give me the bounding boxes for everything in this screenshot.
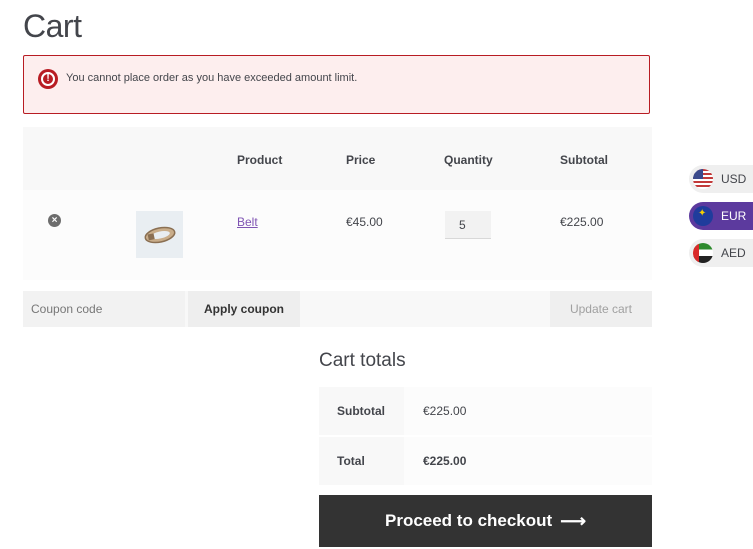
product-thumbnail[interactable] xyxy=(136,211,183,258)
cart-table: Product Price Quantity Subtotal × Belt €… xyxy=(23,127,652,280)
product-price: €45.00 xyxy=(346,215,383,229)
totals-total-value: €225.00 xyxy=(423,454,467,468)
currency-aed[interactable]: AED xyxy=(689,239,753,267)
header-quantity: Quantity xyxy=(444,153,493,167)
quantity-input[interactable] xyxy=(445,211,491,239)
proceed-to-checkout-button[interactable]: Proceed to checkout ⟶ xyxy=(319,495,652,547)
header-price: Price xyxy=(346,153,376,167)
belt-image xyxy=(144,226,176,244)
error-icon: ! xyxy=(38,69,58,89)
remove-item-button[interactable]: × xyxy=(48,214,61,227)
currency-code: EUR xyxy=(721,209,747,223)
coupon-code-input[interactable] xyxy=(23,291,185,327)
checkout-label: Proceed to checkout xyxy=(384,511,553,530)
currency-eur[interactable]: EUR xyxy=(689,202,753,230)
cart-table-header: Product Price Quantity Subtotal xyxy=(23,127,652,190)
us-flag-icon xyxy=(693,169,713,189)
header-product: Product xyxy=(237,153,283,167)
cart-totals-table: Subtotal €225.00 Total €225.00 xyxy=(319,387,652,485)
page-title: Cart xyxy=(23,8,82,44)
totals-subtotal-label: Subtotal xyxy=(319,387,404,435)
totals-subtotal-row: Subtotal €225.00 xyxy=(319,387,652,435)
totals-total-label: Total xyxy=(319,437,404,485)
cart-actions: Apply coupon Update cart xyxy=(23,291,652,327)
header-subtotal: Subtotal xyxy=(560,153,608,167)
error-notice-text: You cannot place order as you have excee… xyxy=(66,72,358,84)
currency-code: AED xyxy=(721,246,746,260)
eu-flag-icon xyxy=(693,206,713,226)
currency-usd[interactable]: USD xyxy=(689,165,753,193)
ae-flag-icon xyxy=(693,243,713,263)
error-notice: ! You cannot place order as you have exc… xyxy=(23,55,650,114)
totals-total-row: Total €225.00 xyxy=(319,437,652,485)
apply-coupon-button[interactable]: Apply coupon xyxy=(188,291,300,327)
totals-subtotal-value: €225.00 xyxy=(423,404,467,418)
cart-totals-title: Cart totals xyxy=(319,350,406,371)
arrow-right-icon: ⟶ xyxy=(560,510,587,531)
product-subtotal: €225.00 xyxy=(560,215,604,229)
product-link[interactable]: Belt xyxy=(237,215,258,229)
update-cart-button[interactable]: Update cart xyxy=(550,291,652,327)
table-row: × Belt €45.00 €225.00 xyxy=(23,190,652,280)
currency-code: USD xyxy=(721,172,747,186)
